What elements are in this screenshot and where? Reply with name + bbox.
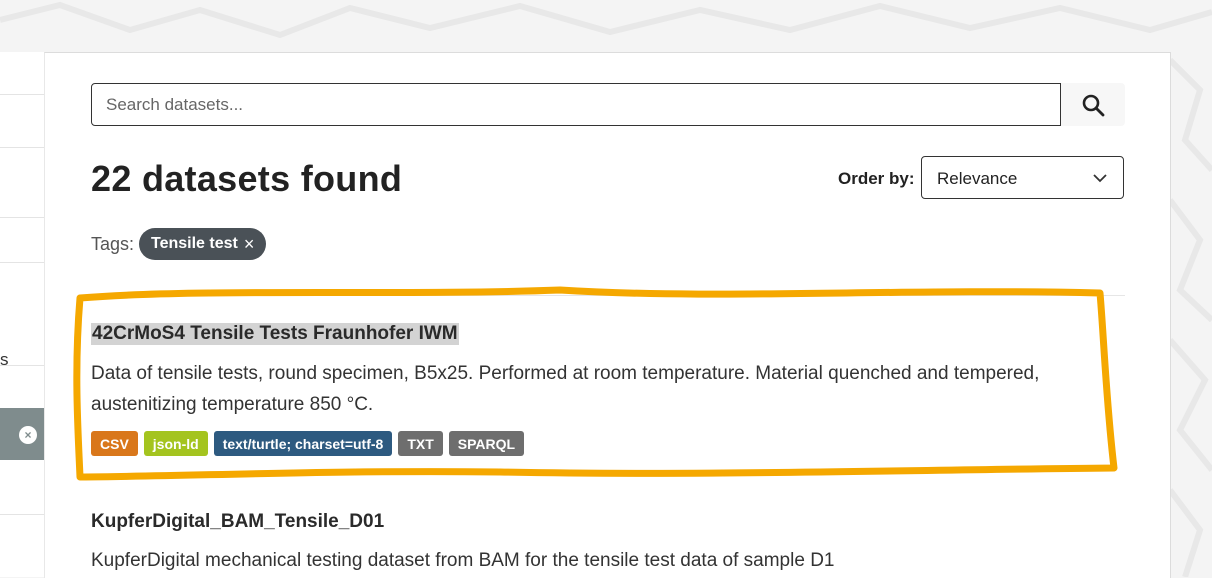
order-by-value: Relevance	[937, 169, 1018, 188]
search-button[interactable]	[1061, 83, 1125, 126]
format-badge[interactable]: TXT	[398, 431, 443, 456]
sidebar-item-label[interactable]: s	[0, 350, 9, 370]
sidebar-divider	[0, 147, 44, 148]
sidebar-divider	[0, 514, 44, 515]
tag-label: Tensile test	[151, 235, 238, 252]
sidebar-divider	[0, 217, 44, 218]
dataset-description: Data of tensile tests, round specimen, B…	[91, 363, 1040, 415]
dataset-format-badges: CSV json-ld text/turtle; charset=utf-8 T…	[91, 431, 525, 456]
sidebar-divider	[0, 262, 44, 263]
chevron-down-icon	[1093, 174, 1107, 183]
dataset-title-link[interactable]: KupferDigital_BAM_Tensile_D01	[91, 511, 384, 533]
dataset-description: KupferDigital mechanical testing dataset…	[91, 550, 835, 571]
tag-remove-icon[interactable]: ×	[244, 234, 255, 255]
results-panel: 22 datasets found Order by: Relevance Ta…	[44, 52, 1171, 578]
tags-label: Tags:	[91, 234, 135, 254]
dataset-title-link[interactable]: 42CrMoS4 Tensile Tests Fraunhofer IWM	[91, 323, 459, 345]
format-badge[interactable]: CSV	[91, 431, 138, 456]
results-count-heading: 22 datasets found	[91, 158, 403, 199]
order-by-label: Order by:	[838, 169, 915, 188]
format-badge[interactable]: text/turtle; charset=utf-8	[213, 431, 393, 456]
sidebar-divider	[0, 94, 44, 95]
order-by-select[interactable]: Relevance	[921, 156, 1124, 199]
facet-sidebar: s ×	[0, 52, 50, 577]
format-badge[interactable]: SPARQL	[448, 431, 525, 456]
format-badge[interactable]: json-ld	[143, 431, 208, 456]
search-bar	[91, 83, 1125, 126]
search-icon	[1082, 94, 1105, 116]
search-input[interactable]	[91, 83, 1061, 126]
active-tag-pill[interactable]: Tensile test ×	[139, 228, 267, 260]
remove-filter-icon[interactable]: ×	[19, 426, 37, 444]
result-divider	[91, 295, 1125, 296]
